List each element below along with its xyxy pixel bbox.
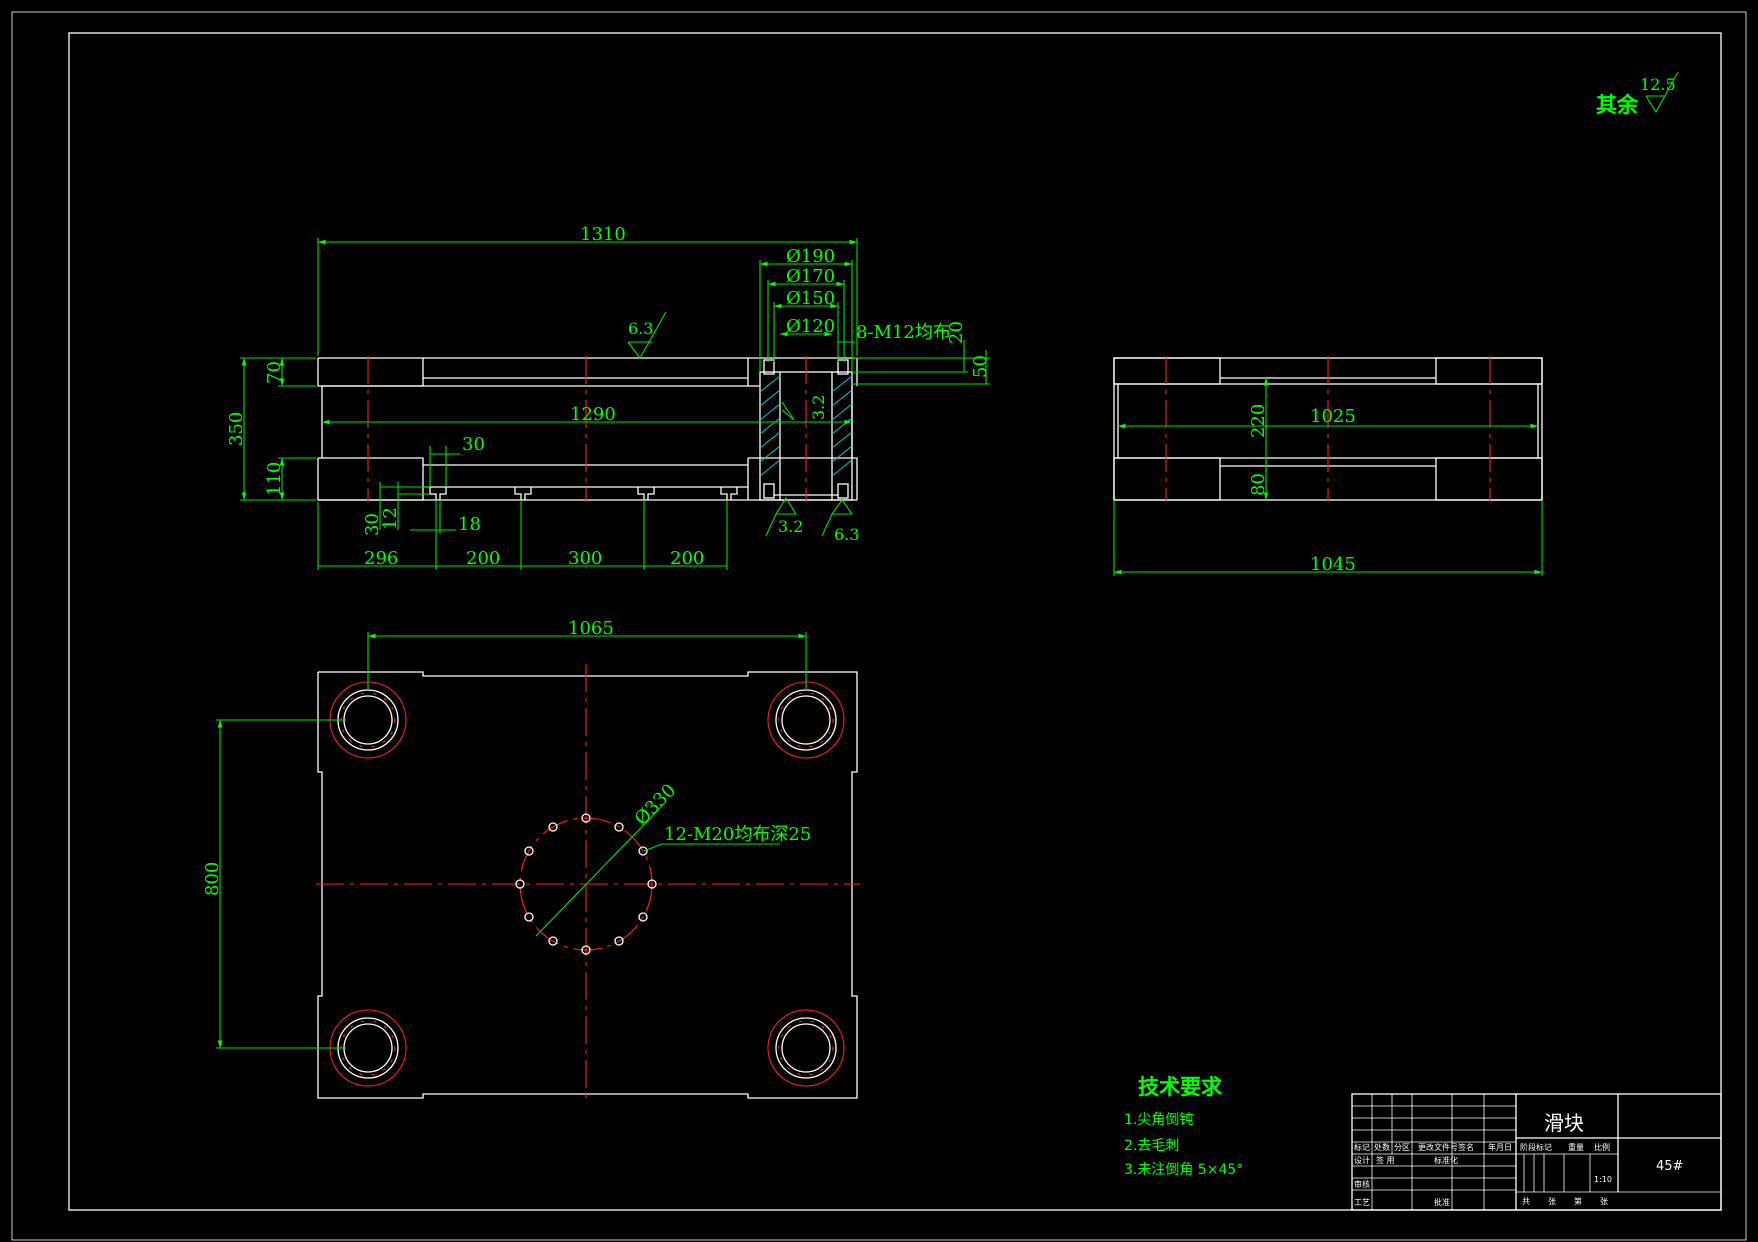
dim-bore-170: Ø170: [786, 266, 835, 287]
tech-requirements: 技术要求 1.尖角倒钝 2.去毛刺 3.未注倒角 5×45°: [1124, 1075, 1243, 1178]
inner-frame: [68, 32, 1722, 1211]
dim-18: 18: [458, 514, 481, 535]
dim-bottom-300: 300: [568, 548, 602, 569]
tb-row-process: 工艺: [1354, 1198, 1370, 1207]
tb-row-sign: 签 用: [1376, 1155, 1395, 1165]
tb-header-1: 标记: [1354, 1142, 1370, 1152]
roughness-bottom-left: 3.2: [778, 517, 803, 536]
tb-row-approve: 批准: [1434, 1197, 1450, 1207]
tech-requirements-title: 技术要求: [1138, 1075, 1222, 1099]
surface-finish-label: 其余: [1596, 93, 1639, 117]
dim-pcd: Ø330: [631, 780, 681, 830]
corner-boss-br: [767, 1009, 845, 1087]
tech-requirement-2: 2.去毛刺: [1124, 1138, 1179, 1154]
roughness-bore: 3.2: [809, 395, 828, 420]
engineering-drawing: 其余 12.5 1310 Ø190 Ø170 Ø150 Ø120 8-M12均布…: [11, 11, 1747, 1241]
top-view: Ø330 12-M20均布深25 1065 800: [202, 618, 860, 1102]
tb-scale-label: 比例: [1594, 1142, 1610, 1152]
dim-350: 350: [226, 412, 247, 446]
tb-sheet-unit-1: 张: [1548, 1197, 1556, 1206]
dim-110: 110: [264, 462, 285, 496]
dim-side-inner: 1025: [1310, 406, 1356, 427]
tb-sheet-total: 共: [1522, 1197, 1530, 1206]
tech-requirement-1: 1.尖角倒钝: [1124, 1112, 1193, 1128]
dim-side-80: 80: [1248, 473, 1269, 496]
tech-requirement-3: 3.未注倒角 5×45°: [1124, 1162, 1243, 1178]
side-view: 1025 220 80 1045: [1113, 356, 1543, 576]
dim-total-width: 1310: [580, 224, 626, 245]
dim-70: 70: [264, 361, 285, 384]
dim-bore-120: Ø120: [786, 316, 835, 337]
tb-header-6: 年月日: [1488, 1142, 1512, 1152]
tb-row-design: 设计: [1354, 1155, 1370, 1165]
roughness-top: 6.3: [628, 319, 653, 338]
tapped-holes-note: 12-M20均布深25: [664, 824, 811, 845]
tb-header-4: 更改文件号: [1418, 1142, 1458, 1152]
tb-row-review: 审核: [1354, 1179, 1370, 1189]
dim-bottom-296: 296: [364, 548, 398, 569]
part-name: 滑块: [1544, 1111, 1584, 1135]
surface-finish-value: 12.5: [1640, 75, 1676, 94]
tb-header-5: 签名: [1458, 1142, 1474, 1152]
front-view: 1310 Ø190 Ø170 Ø150 Ø120 8-M12均布 20 50 6…: [226, 224, 991, 570]
tb-header-2: 处数: [1374, 1142, 1390, 1152]
tb-row-standard: 标准化: [1434, 1155, 1458, 1165]
thread-note-m12: 8-M12均布: [856, 322, 951, 343]
tb-sheet-unit-2: 张: [1600, 1197, 1608, 1206]
surface-finish-symbol: 其余 12.5: [1596, 71, 1679, 117]
tb-sheet-no: 第: [1574, 1196, 1582, 1206]
dim-hole-spacing-y: 800: [202, 862, 223, 896]
tb-weight: 重量: [1568, 1142, 1584, 1152]
dim-bore-190: Ø190: [786, 246, 835, 267]
dim-bottom-200a: 200: [466, 548, 500, 569]
dim-30-slot: 30: [462, 434, 485, 455]
scale: 1:10: [1594, 1175, 1612, 1184]
tb-header-3: 分区: [1394, 1143, 1410, 1152]
title-block: 滑块 45# 1:10 标记 处数 分区 更改文件号 签名 年月日 设计 签 用…: [1351, 1093, 1722, 1211]
corner-boss-tr: [767, 681, 845, 759]
dim-inner-width: 1290: [570, 404, 616, 425]
dim-side-220: 220: [1248, 404, 1269, 438]
outer-frame: [11, 11, 1747, 1241]
dim-bore-150: Ø150: [786, 288, 835, 309]
dim-12: 12: [380, 507, 401, 530]
dim-hole-spacing-x: 1065: [568, 618, 614, 639]
dim-50: 50: [970, 355, 991, 378]
material: 45#: [1656, 1159, 1683, 1174]
tb-stage-mark: 阶段标记: [1520, 1142, 1552, 1152]
dim-bottom-200b: 200: [670, 548, 704, 569]
roughness-bottom-right: 6.3: [834, 525, 859, 544]
dim-side-total: 1045: [1310, 554, 1356, 575]
dim-20: 20: [946, 321, 967, 344]
